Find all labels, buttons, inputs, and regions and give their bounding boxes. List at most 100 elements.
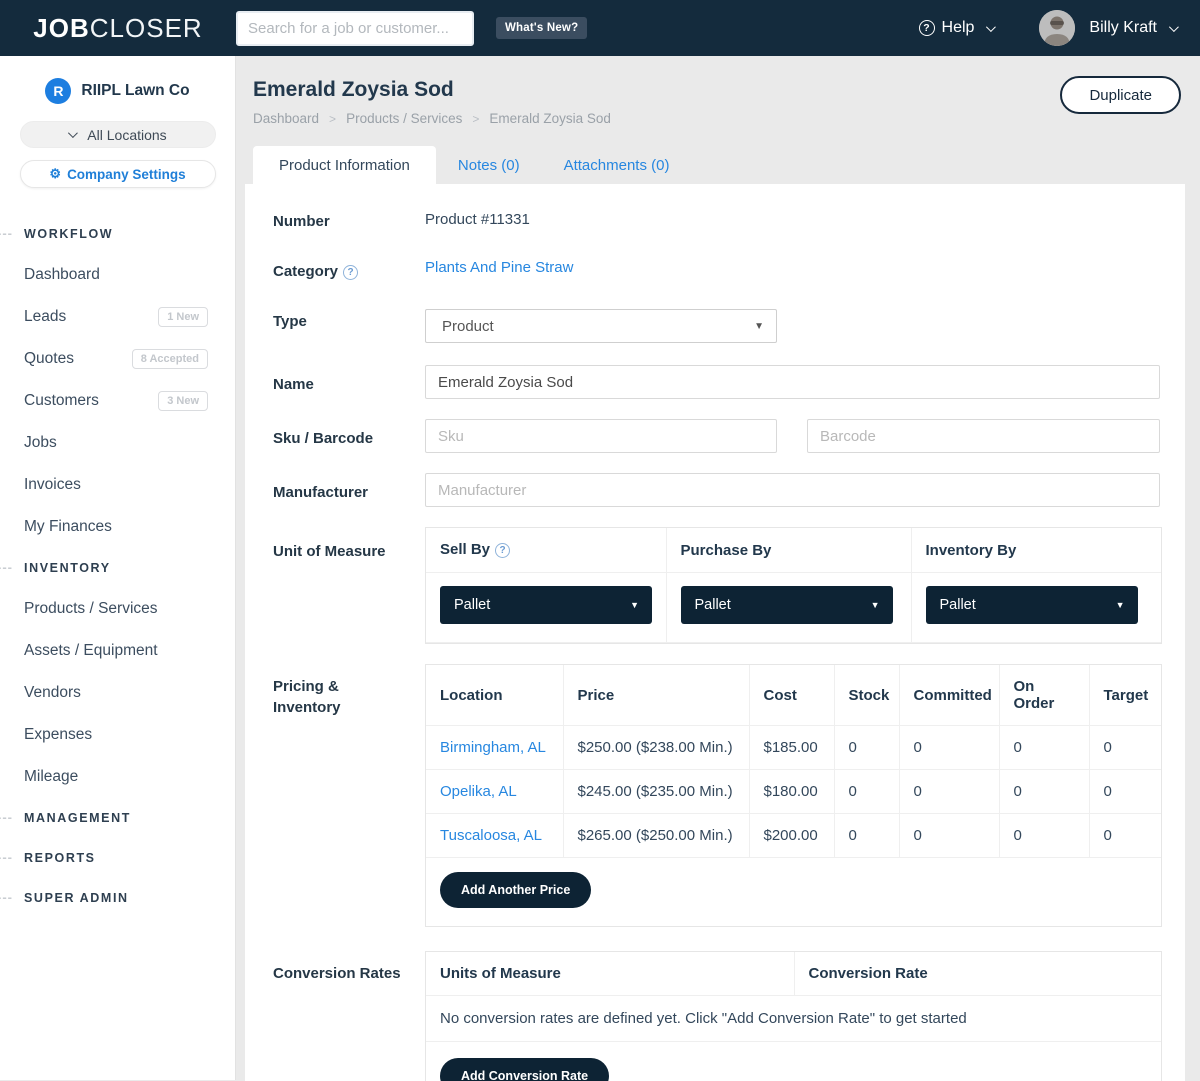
user-menu[interactable]: Billy Kraft bbox=[1089, 19, 1176, 37]
sidebar-item-jobs[interactable]: Jobs bbox=[0, 422, 235, 464]
stock-cell: 0 bbox=[834, 814, 899, 858]
conversion-empty-message: No conversion rates are defined yet. Cli… bbox=[426, 996, 1161, 1042]
main-content: Emerald Zoysia Sod Dashboard > Products … bbox=[236, 56, 1200, 1080]
customers-badge: 3 New bbox=[158, 391, 208, 411]
pricing-inventory-label: Pricing & Inventory bbox=[273, 664, 425, 927]
col-target: Target bbox=[1089, 665, 1161, 726]
logo-light: CLOSER bbox=[90, 13, 203, 43]
sidebar-item-mileage[interactable]: Mileage bbox=[0, 756, 235, 798]
duplicate-button[interactable]: Duplicate bbox=[1060, 76, 1181, 114]
tab-bar: Product Information Notes (0) Attachment… bbox=[253, 146, 1200, 184]
breadcrumb-dashboard[interactable]: Dashboard bbox=[253, 111, 319, 126]
nav-section-inventory[interactable]: --- INVENTORY bbox=[0, 548, 235, 588]
add-another-price-button[interactable]: Add Another Price bbox=[440, 872, 591, 908]
chevron-down-icon bbox=[1169, 22, 1179, 32]
sidebar: R RIIPL Lawn Co All Locations ⚙ Company … bbox=[0, 56, 236, 1080]
col-on-order: On Order bbox=[999, 665, 1089, 726]
quotes-badge: 8 Accepted bbox=[132, 349, 208, 369]
sell-by-select[interactable]: Pallet ▼ bbox=[440, 586, 652, 624]
sidebar-item-invoices[interactable]: Invoices bbox=[0, 464, 235, 506]
nav-section-reports[interactable]: --- REPORTS bbox=[0, 838, 235, 878]
user-name: Billy Kraft bbox=[1089, 19, 1157, 37]
company-settings-label: Company Settings bbox=[67, 167, 186, 182]
breadcrumb-products-services[interactable]: Products / Services bbox=[346, 111, 462, 126]
select-arrow-icon: ▼ bbox=[1116, 600, 1125, 610]
whats-new-button[interactable]: What's New? bbox=[496, 17, 587, 39]
breadcrumb: Dashboard > Products / Services > Emeral… bbox=[253, 111, 1180, 126]
section-collapse-icon: --- bbox=[0, 225, 13, 240]
company-settings-button[interactable]: ⚙ Company Settings bbox=[20, 160, 216, 188]
category-help-icon[interactable]: ? bbox=[343, 265, 358, 280]
section-collapse-icon: --- bbox=[0, 889, 13, 904]
top-header: JOBCLOSER What's New? ? Help Billy Kraft bbox=[0, 0, 1200, 56]
help-label: Help bbox=[942, 19, 975, 37]
sku-input[interactable] bbox=[425, 419, 777, 453]
location-link-birmingham[interactable]: Birmingham, AL bbox=[440, 739, 546, 756]
type-select-value: Product bbox=[442, 318, 494, 335]
conversion-rates-table: Units of Measure Conversion Rate No conv… bbox=[425, 951, 1162, 1081]
breadcrumb-current: Emerald Zoysia Sod bbox=[489, 111, 611, 126]
sidebar-item-assets-equipment[interactable]: Assets / Equipment bbox=[0, 630, 235, 672]
cost-cell: $200.00 bbox=[749, 814, 834, 858]
tab-attachments[interactable]: Attachments (0) bbox=[542, 146, 692, 184]
committed-cell: 0 bbox=[899, 770, 999, 814]
type-select[interactable]: Product ▼ bbox=[425, 309, 777, 343]
breadcrumb-separator: > bbox=[472, 112, 479, 126]
sidebar-item-customers[interactable]: Customers 3 New bbox=[0, 380, 235, 422]
sidebar-item-vendors[interactable]: Vendors bbox=[0, 672, 235, 714]
add-conversion-rate-button[interactable]: Add Conversion Rate bbox=[440, 1058, 609, 1081]
sell-by-header: Sell By? bbox=[426, 528, 666, 573]
nav-section-workflow[interactable]: --- WORKFLOW bbox=[0, 214, 235, 254]
location-link-tuscaloosa[interactable]: Tuscaloosa, AL bbox=[440, 827, 542, 844]
target-cell: 0 bbox=[1089, 770, 1161, 814]
avatar[interactable] bbox=[1039, 10, 1075, 46]
sell-by-help-icon[interactable]: ? bbox=[495, 543, 510, 558]
sidebar-item-quotes[interactable]: Quotes 8 Accepted bbox=[0, 338, 235, 380]
category-link[interactable]: Plants And Pine Straw bbox=[425, 259, 573, 276]
company-header[interactable]: R RIIPL Lawn Co bbox=[0, 78, 235, 104]
manufacturer-input[interactable] bbox=[425, 473, 1160, 507]
inventory-by-select[interactable]: Pallet ▼ bbox=[926, 586, 1138, 624]
tab-product-information[interactable]: Product Information bbox=[253, 146, 436, 184]
company-logo-badge: R bbox=[45, 78, 71, 104]
location-link-opelika[interactable]: Opelika, AL bbox=[440, 783, 517, 800]
location-selector-label: All Locations bbox=[87, 127, 166, 143]
on-order-cell: 0 bbox=[999, 726, 1089, 770]
purchase-by-header: Purchase By bbox=[666, 528, 911, 573]
help-icon: ? bbox=[919, 20, 935, 36]
sidebar-item-dashboard[interactable]: Dashboard bbox=[0, 254, 235, 296]
table-row: Birmingham, AL $250.00 ($238.00 Min.) $1… bbox=[426, 726, 1161, 770]
global-search-input[interactable] bbox=[236, 11, 474, 46]
table-row: Opelika, AL $245.00 ($235.00 Min.) $180.… bbox=[426, 770, 1161, 814]
sku-barcode-label: Sku / Barcode bbox=[273, 419, 425, 453]
col-cost: Cost bbox=[749, 665, 834, 726]
select-arrow-icon: ▼ bbox=[630, 600, 639, 610]
name-input[interactable] bbox=[425, 365, 1160, 399]
barcode-input[interactable] bbox=[807, 419, 1160, 453]
col-stock: Stock bbox=[834, 665, 899, 726]
select-arrow-icon: ▼ bbox=[754, 321, 764, 332]
committed-cell: 0 bbox=[899, 814, 999, 858]
purchase-by-select[interactable]: Pallet ▼ bbox=[681, 586, 893, 624]
category-label: Category? bbox=[273, 259, 425, 282]
price-cell: $245.00 ($235.00 Min.) bbox=[563, 770, 749, 814]
sidebar-item-my-finances[interactable]: My Finances bbox=[0, 506, 235, 548]
price-cell: $265.00 ($250.00 Min.) bbox=[563, 814, 749, 858]
stock-cell: 0 bbox=[834, 726, 899, 770]
logo[interactable]: JOBCLOSER bbox=[0, 13, 236, 44]
section-collapse-icon: --- bbox=[0, 849, 13, 864]
nav-section-super-admin[interactable]: --- SUPER ADMIN bbox=[0, 878, 235, 918]
location-selector[interactable]: All Locations bbox=[20, 121, 216, 148]
on-order-cell: 0 bbox=[999, 770, 1089, 814]
nav-section-management[interactable]: --- MANAGEMENT bbox=[0, 798, 235, 838]
tab-notes[interactable]: Notes (0) bbox=[436, 146, 542, 184]
help-menu[interactable]: ? Help bbox=[919, 19, 994, 37]
chevron-down-icon bbox=[68, 128, 78, 138]
cost-cell: $180.00 bbox=[749, 770, 834, 814]
sidebar-item-leads[interactable]: Leads 1 New bbox=[0, 296, 235, 338]
select-arrow-icon: ▼ bbox=[871, 600, 880, 610]
sidebar-item-products-services[interactable]: Products / Services bbox=[0, 588, 235, 630]
col-location: Location bbox=[426, 665, 563, 726]
sell-by-value: Pallet bbox=[454, 597, 490, 613]
sidebar-item-expenses[interactable]: Expenses bbox=[0, 714, 235, 756]
